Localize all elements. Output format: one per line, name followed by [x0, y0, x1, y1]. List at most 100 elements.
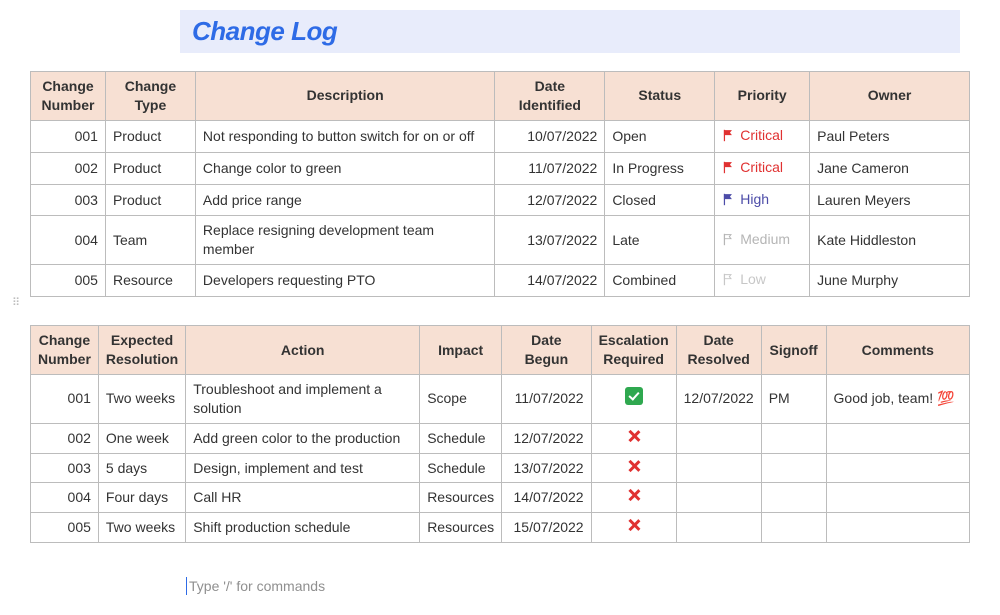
- cell-status[interactable]: Combined: [605, 265, 715, 297]
- cell-status[interactable]: Late: [605, 216, 715, 265]
- table-row[interactable]: 001ProductNot responding to button switc…: [31, 120, 970, 152]
- cell-expected[interactable]: 5 days: [98, 453, 185, 483]
- cell-signoff[interactable]: PM: [761, 374, 826, 423]
- cell-type[interactable]: Product: [105, 152, 195, 184]
- cell-type[interactable]: Product: [105, 120, 195, 152]
- cell-expected[interactable]: Two weeks: [98, 374, 185, 423]
- cell-number[interactable]: 003: [31, 184, 106, 216]
- cell-owner[interactable]: Jane Cameron: [810, 152, 970, 184]
- cell-type[interactable]: Team: [105, 216, 195, 265]
- drag-handle-icon[interactable]: ⠿: [12, 296, 21, 309]
- cell-date[interactable]: 14/07/2022: [495, 265, 605, 297]
- cell-priority[interactable]: High: [715, 184, 810, 216]
- cell-number[interactable]: 005: [31, 265, 106, 297]
- cell-impact[interactable]: Scope: [420, 374, 502, 423]
- table-row[interactable]: 005ResourceDevelopers requesting PTO14/0…: [31, 265, 970, 297]
- cell-signoff[interactable]: [761, 423, 826, 453]
- cell-desc[interactable]: Add price range: [195, 184, 494, 216]
- cell-signoff[interactable]: [761, 513, 826, 543]
- cell-priority[interactable]: Critical: [715, 120, 810, 152]
- cell-comments[interactable]: [826, 483, 969, 513]
- cell-impact[interactable]: Schedule: [420, 453, 502, 483]
- cell-number[interactable]: 001: [31, 120, 106, 152]
- cell-type[interactable]: Product: [105, 184, 195, 216]
- cell-status[interactable]: Open: [605, 120, 715, 152]
- command-input[interactable]: Type '/' for commands: [30, 571, 970, 595]
- cell-owner[interactable]: Paul Peters: [810, 120, 970, 152]
- cell-resolved[interactable]: [676, 423, 761, 453]
- table-row[interactable]: 005Two weeksShift production scheduleRes…: [31, 513, 970, 543]
- th2-impact: Impact: [420, 326, 502, 375]
- cell-desc[interactable]: Not responding to button switch for on o…: [195, 120, 494, 152]
- cell-date[interactable]: 11/07/2022: [495, 152, 605, 184]
- cell-number[interactable]: 004: [31, 483, 99, 513]
- cell-number[interactable]: 004: [31, 216, 106, 265]
- cell-status[interactable]: In Progress: [605, 152, 715, 184]
- cell-comments[interactable]: [826, 513, 969, 543]
- cell-expected[interactable]: One week: [98, 423, 185, 453]
- cell-priority[interactable]: Low: [715, 265, 810, 297]
- cell-impact[interactable]: Resources: [420, 483, 502, 513]
- table-row[interactable]: 002One weekAdd green color to the produc…: [31, 423, 970, 453]
- cell-escalation[interactable]: [591, 513, 676, 543]
- cell-desc[interactable]: Developers requesting PTO: [195, 265, 494, 297]
- cell-number[interactable]: 001: [31, 374, 99, 423]
- cell-date[interactable]: 12/07/2022: [495, 184, 605, 216]
- cell-owner[interactable]: Lauren Meyers: [810, 184, 970, 216]
- cell-date[interactable]: 13/07/2022: [495, 216, 605, 265]
- cell-begun[interactable]: 13/07/2022: [502, 453, 591, 483]
- cell-comments[interactable]: [826, 453, 969, 483]
- cell-action[interactable]: Shift production schedule: [186, 513, 420, 543]
- table-row[interactable]: 001Two weeksTroubleshoot and implement a…: [31, 374, 970, 423]
- table-row[interactable]: 003ProductAdd price range12/07/2022Close…: [31, 184, 970, 216]
- cell-desc[interactable]: Change color to green: [195, 152, 494, 184]
- x-icon: [627, 518, 641, 532]
- cell-expected[interactable]: Two weeks: [98, 513, 185, 543]
- cell-escalation[interactable]: [591, 483, 676, 513]
- cell-action[interactable]: Add green color to the production: [186, 423, 420, 453]
- cell-number[interactable]: 003: [31, 453, 99, 483]
- cell-number[interactable]: 002: [31, 423, 99, 453]
- cell-begun[interactable]: 12/07/2022: [502, 423, 591, 453]
- table-row[interactable]: 002ProductChange color to green11/07/202…: [31, 152, 970, 184]
- cell-number[interactable]: 002: [31, 152, 106, 184]
- cell-resolved[interactable]: [676, 483, 761, 513]
- cell-resolved[interactable]: 12/07/2022: [676, 374, 761, 423]
- cell-priority[interactable]: Critical: [715, 152, 810, 184]
- x-icon: [627, 488, 641, 502]
- cell-priority[interactable]: Medium: [715, 216, 810, 265]
- cell-date[interactable]: 10/07/2022: [495, 120, 605, 152]
- cell-impact[interactable]: Resources: [420, 513, 502, 543]
- cell-signoff[interactable]: [761, 453, 826, 483]
- cell-action[interactable]: Design, implement and test: [186, 453, 420, 483]
- cell-type[interactable]: Resource: [105, 265, 195, 297]
- cell-comments[interactable]: Good job, team! 💯: [826, 374, 969, 423]
- x-icon: [627, 459, 641, 473]
- cell-status[interactable]: Closed: [605, 184, 715, 216]
- table-row[interactable]: 0035 daysDesign, implement and testSched…: [31, 453, 970, 483]
- th2-action: Action: [186, 326, 420, 375]
- cell-resolved[interactable]: [676, 513, 761, 543]
- cell-owner[interactable]: June Murphy: [810, 265, 970, 297]
- cell-expected[interactable]: Four days: [98, 483, 185, 513]
- cell-signoff[interactable]: [761, 483, 826, 513]
- cell-escalation[interactable]: [591, 453, 676, 483]
- flag-icon: [722, 272, 736, 291]
- table-row[interactable]: 004Four daysCall HRResources14/07/2022: [31, 483, 970, 513]
- cell-impact[interactable]: Schedule: [420, 423, 502, 453]
- cell-begun[interactable]: 14/07/2022: [502, 483, 591, 513]
- cell-owner[interactable]: Kate Hiddleston: [810, 216, 970, 265]
- cell-begun[interactable]: 15/07/2022: [502, 513, 591, 543]
- cell-comments[interactable]: [826, 423, 969, 453]
- cell-number[interactable]: 005: [31, 513, 99, 543]
- cell-action[interactable]: Troubleshoot and implement a solution: [186, 374, 420, 423]
- cell-resolved[interactable]: [676, 453, 761, 483]
- cell-begun[interactable]: 11/07/2022: [502, 374, 591, 423]
- cell-action[interactable]: Call HR: [186, 483, 420, 513]
- flag-icon: [722, 232, 736, 251]
- cell-escalation[interactable]: [591, 423, 676, 453]
- cell-escalation[interactable]: [591, 374, 676, 423]
- cell-desc[interactable]: Replace resigning development team membe…: [195, 216, 494, 265]
- table-row[interactable]: 004TeamReplace resigning development tea…: [31, 216, 970, 265]
- command-placeholder: Type '/' for commands: [189, 578, 325, 594]
